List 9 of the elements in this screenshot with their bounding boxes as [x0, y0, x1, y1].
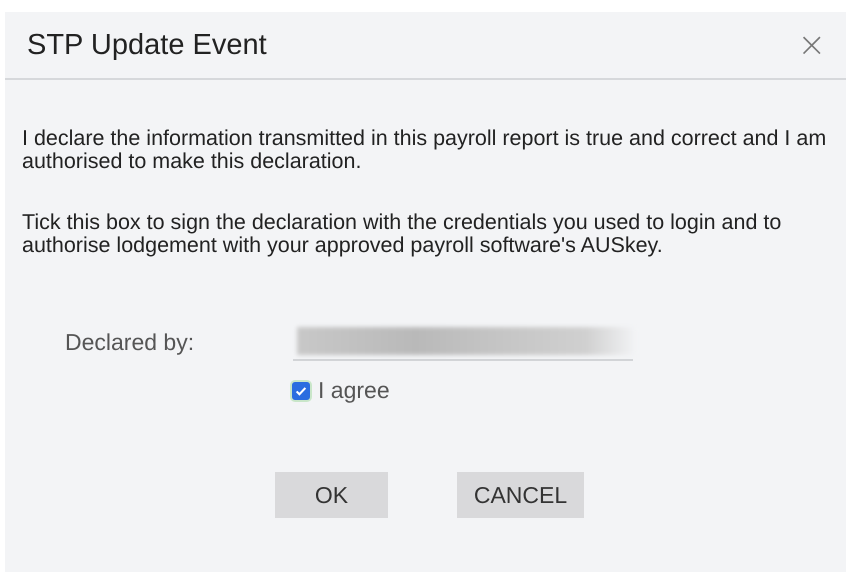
cancel-button[interactable]: CANCEL — [457, 472, 584, 518]
declaration-text: Tick this box to sign the declaration with the credentials you used to login and to authorise lodgement with your approved payroll software's AUSkey. — [22, 211, 782, 257]
declaration-text: I declare the information transmitted in this payroll report is true and correct and I am authorised to make this declaration. — [22, 127, 828, 173]
agree-checkbox[interactable] — [292, 382, 310, 400]
agree-label: I agree — [318, 377, 390, 404]
ok-button[interactable]: OK — [275, 472, 388, 518]
declared-by-label: Declared by: — [64, 328, 196, 356]
close-button[interactable]: × — [792, 28, 832, 62]
dialog-title: STP Update Event — [27, 28, 267, 62]
